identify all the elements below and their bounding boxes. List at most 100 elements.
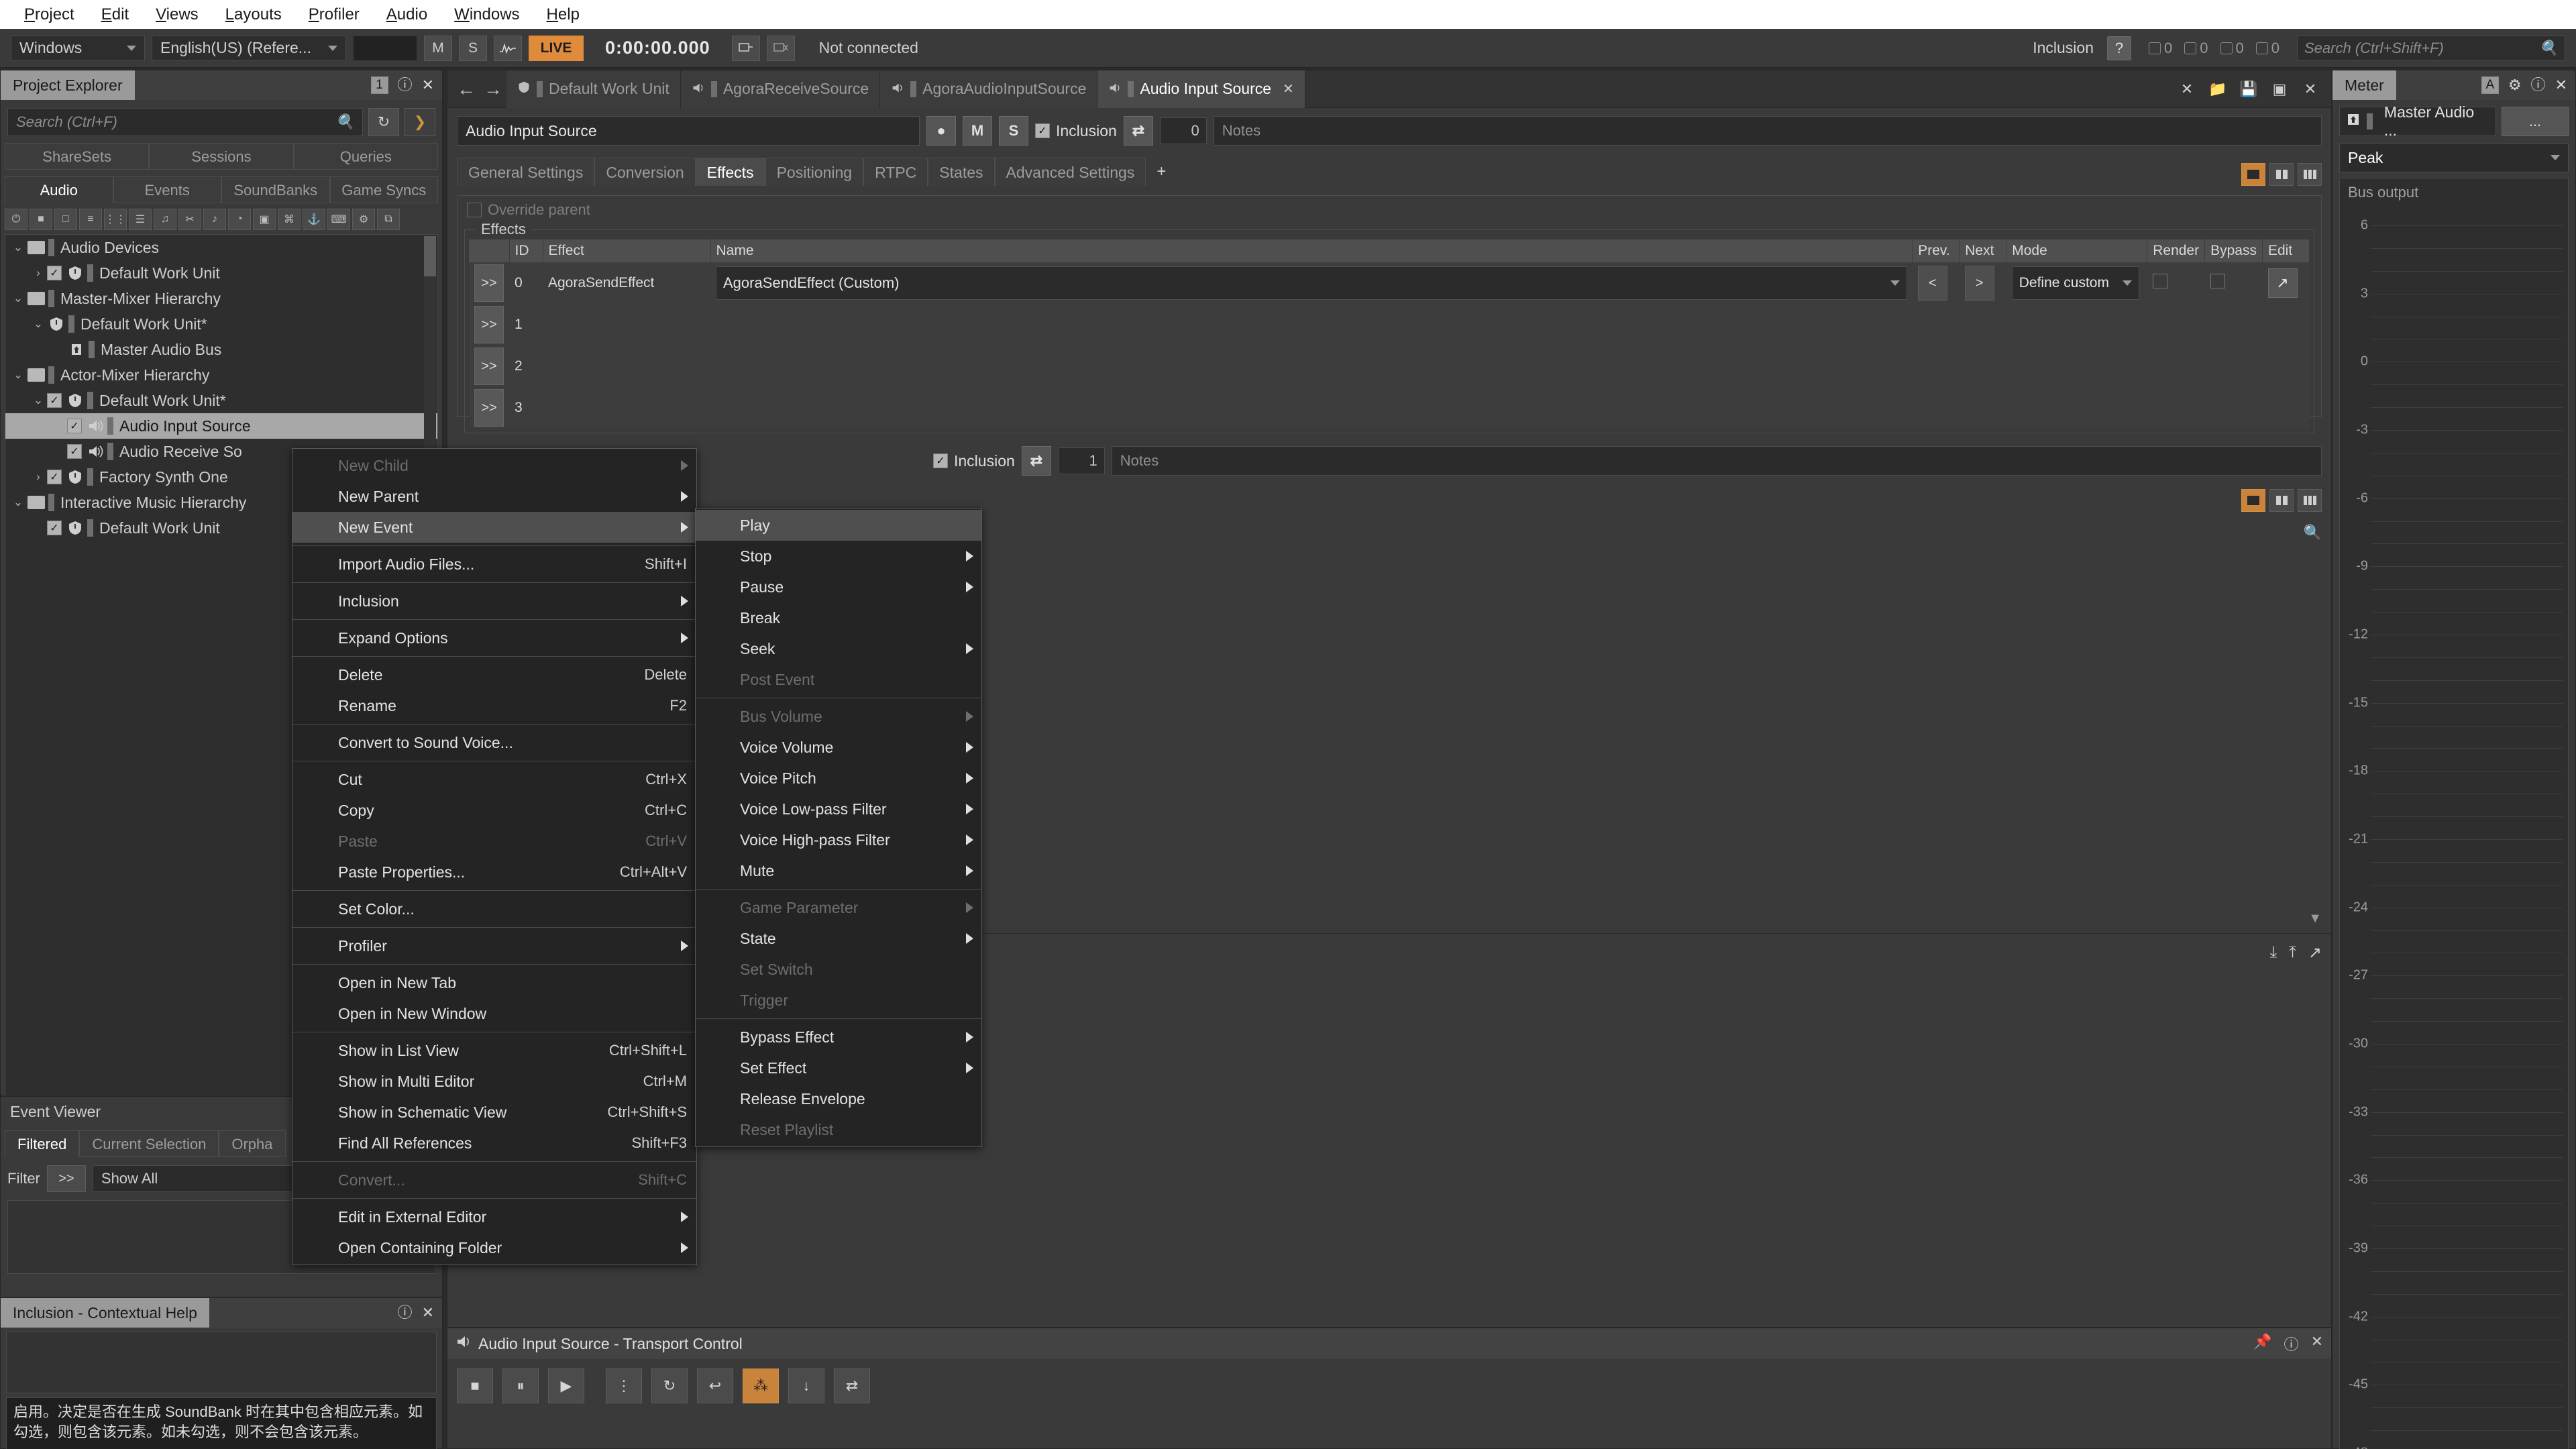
project-explorer-badge[interactable]: 1 <box>370 76 388 94</box>
tree-checkbox[interactable]: ✓ <box>47 266 62 280</box>
more-icon[interactable]: ⋮ <box>606 1368 642 1403</box>
meter-more-button[interactable]: ... <box>2502 107 2569 136</box>
fx-render-checkbox[interactable] <box>2152 274 2167 288</box>
property-tab-effects[interactable]: Effects <box>695 158 765 186</box>
folder-open-icon[interactable]: □ <box>54 209 77 230</box>
single-view-icon[interactable] <box>2241 163 2265 186</box>
warning-count-icon[interactable]: 0 <box>2180 40 2212 57</box>
twisty-right-icon[interactable]: › <box>30 470 47 484</box>
menu-item-find-all-references[interactable]: Find All References Shift+F3 <box>292 1128 696 1159</box>
ev-tab-filtered[interactable]: Filtered <box>5 1130 80 1157</box>
menu-item-voice-high-pass-filter[interactable]: Voice High-pass Filter <box>696 824 981 855</box>
fx-row[interactable]: >> 0 AgoraSendEffect AgoraSendEffect (Custo… <box>469 262 2310 304</box>
fx-expand-button[interactable]: >> <box>474 347 504 385</box>
folder-icon[interactable]: 📁 <box>2206 78 2229 101</box>
arrow-left-icon[interactable]: ← <box>453 78 480 100</box>
sub-share-count[interactable]: 1 <box>1057 447 1105 474</box>
reset-icon[interactable]: ↩ <box>697 1368 733 1403</box>
random-icon[interactable]: ⁂ <box>743 1368 779 1403</box>
context-submenu-new-event[interactable]: Play Stop Pause Break Seek Post Event Bus Volu… <box>695 508 982 1147</box>
keyboard-icon[interactable]: ⌨ <box>327 209 350 230</box>
tree-checkbox[interactable]: ✓ <box>47 393 62 408</box>
help-icon[interactable]: ⓘ <box>398 78 413 93</box>
menu-help[interactable]: Help <box>533 5 593 24</box>
upload-icon[interactable]: ⤒ <box>2289 943 2296 963</box>
tree-checkbox[interactable]: ✓ <box>47 521 62 535</box>
fx-prev-button[interactable]: < <box>1917 266 1947 301</box>
bus-icon[interactable]: ▣ <box>253 209 276 230</box>
power-icon[interactable]: ⏻ <box>5 209 28 230</box>
menu-item-delete[interactable]: Delete Delete <box>292 659 696 690</box>
edit-icon[interactable]: ↗ <box>2267 268 2298 298</box>
override-parent-checkbox[interactable] <box>467 203 482 217</box>
inclusion-checkbox[interactable]: ✓ <box>1035 123 1050 138</box>
refresh-icon[interactable]: ↻ <box>368 108 399 136</box>
search-icon[interactable]: 🔍 <box>2304 524 2322 541</box>
language-selector[interactable]: English(US) (Refere... <box>152 35 346 61</box>
meter-mode-selector[interactable]: Peak <box>2339 143 2569 172</box>
close-icon[interactable]: ✕ <box>422 78 434 93</box>
filter-expand-button[interactable]: >> <box>46 1165 86 1192</box>
help-button[interactable]: ? <box>2107 36 2131 60</box>
split-view-icon[interactable] <box>2269 489 2294 512</box>
tree-item[interactable]: ⌄ Master-Mixer Hierarchy <box>5 286 437 311</box>
close-icon[interactable]: ✕ <box>1283 80 1294 97</box>
info-count-icon[interactable]: 0 <box>2145 40 2176 57</box>
override-parent-row[interactable]: Override parent <box>458 196 2321 219</box>
disconnect-icon[interactable] <box>766 35 795 61</box>
menu-item-open-containing-folder[interactable]: Open Containing Folder <box>292 1232 696 1263</box>
grid-icon[interactable]: ⋮⋮ <box>104 209 127 230</box>
menu-edit[interactable]: Edit <box>88 5 142 24</box>
menu-project[interactable]: Project <box>11 5 88 24</box>
mixer-icon[interactable]: ≡ <box>79 209 102 230</box>
arrow-right-icon[interactable]: → <box>480 78 506 100</box>
connect-icon[interactable] <box>731 35 760 61</box>
scroll-down-icon[interactable]: ▼ <box>2308 911 2322 926</box>
random-icon[interactable]: ✂ <box>178 209 201 230</box>
tree-item[interactable]: ✓ Audio Input Source <box>5 413 437 439</box>
play-icon[interactable]: ▶ <box>548 1368 584 1403</box>
tab-game-syncs[interactable]: Game Syncs <box>329 176 438 203</box>
fx-row[interactable]: >> 3 <box>469 387 2310 429</box>
tree-item[interactable]: Master Audio Bus <box>5 337 437 362</box>
fx-mode-select[interactable]: Define custom <box>2011 266 2139 300</box>
tab-audio[interactable]: Audio <box>5 176 113 203</box>
share-icon[interactable]: ⇄ <box>1123 116 1153 146</box>
meter-object-field[interactable]: Master Audio ... <box>2339 103 2496 139</box>
editor-tab-agorareceivesource[interactable]: AgoraReceiveSource <box>680 70 881 108</box>
sound-icon[interactable]: ♪ <box>203 209 226 230</box>
fx-name-select[interactable]: AgoraSendEffect (Custom) <box>716 266 1907 300</box>
tab-events[interactable]: Events <box>113 176 221 203</box>
tree-item[interactable]: › ✓ Default Work Unit <box>5 260 437 286</box>
stop-icon[interactable]: ■ <box>457 1368 493 1403</box>
plugin-icon[interactable]: ⧉ <box>377 209 400 230</box>
panel-close-icon[interactable]: ✕ <box>2299 78 2322 101</box>
help-icon[interactable]: ⓘ <box>2531 78 2546 93</box>
menu-item-set-effect[interactable]: Set Effect <box>696 1053 981 1083</box>
twisty-right-icon[interactable]: › <box>30 266 47 280</box>
inclusion-checkbox-group[interactable]: ✓ Inclusion <box>1035 122 1117 140</box>
note-count-icon[interactable]: 0 <box>2252 40 2284 57</box>
tree-item[interactable]: ⌄ Actor-Mixer Hierarchy <box>5 362 437 388</box>
menu-audio[interactable]: Audio <box>373 5 441 24</box>
menu-item-open-in-new-window[interactable]: Open in New Window <box>292 998 696 1029</box>
sub-inclusion-checkbox[interactable]: ✓ <box>933 453 948 468</box>
menu-windows[interactable]: Windows <box>441 5 533 24</box>
blank-toolbar-field[interactable] <box>353 35 417 61</box>
pause-icon[interactable]: ⏸ <box>502 1368 539 1403</box>
menu-views[interactable]: Views <box>142 5 212 24</box>
twisty-down-icon[interactable]: ⌄ <box>30 317 47 331</box>
folder-icon[interactable]: ■ <box>30 209 52 230</box>
solo-button[interactable]: S <box>459 35 487 61</box>
help-icon[interactable]: ⓘ <box>398 1305 413 1320</box>
property-tab-positioning[interactable]: Positioning <box>765 158 864 186</box>
close-icon[interactable]: ✕ <box>2311 1333 2323 1354</box>
menu-item-cut[interactable]: Cut Ctrl+X <box>292 764 696 795</box>
tree-checkbox[interactable]: ✓ <box>67 444 82 459</box>
menu-item-profiler[interactable]: Profiler <box>292 930 696 961</box>
menu-layouts[interactable]: Layouts <box>212 5 295 24</box>
motion-icon[interactable]: ◔ <box>228 209 251 230</box>
menu-item-show-in-multi-editor[interactable]: Show in Multi Editor Ctrl+M <box>292 1066 696 1097</box>
project-explorer-tab[interactable]: Project Explorer <box>1 70 135 100</box>
notes-input[interactable]: Notes <box>1213 116 2322 146</box>
